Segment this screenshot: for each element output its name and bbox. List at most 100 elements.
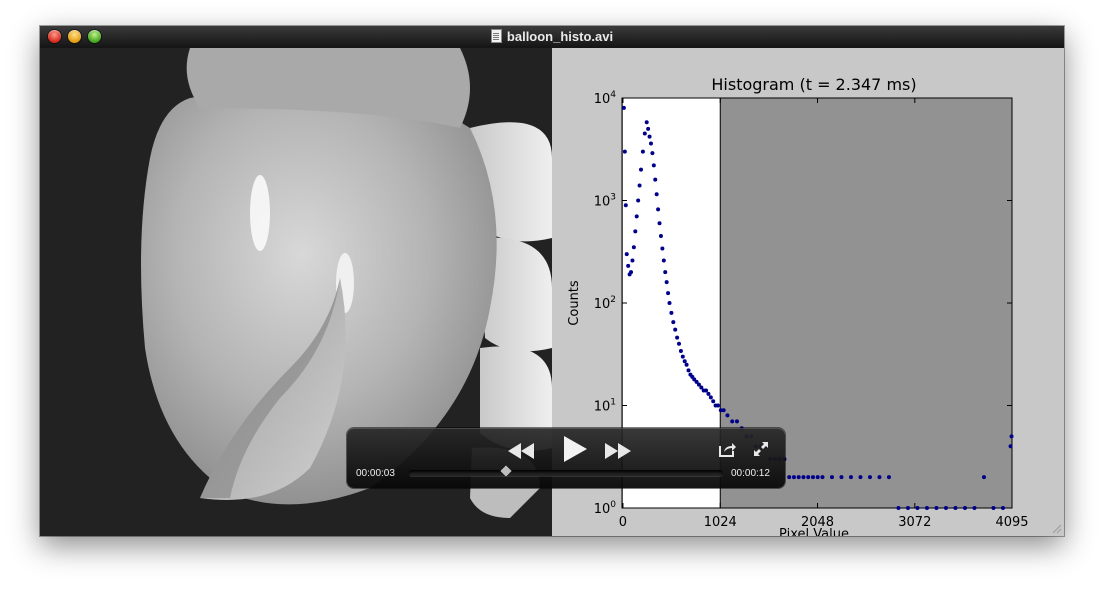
rewind-icon xyxy=(508,443,534,459)
data-point xyxy=(1000,506,1005,510)
data-point xyxy=(680,354,685,359)
scrub-bar[interactable] xyxy=(409,465,723,477)
data-point xyxy=(622,149,627,154)
data-point xyxy=(806,475,811,480)
data-point xyxy=(820,475,825,480)
play-icon xyxy=(564,436,587,462)
x-tick-label: 1024 xyxy=(704,515,737,530)
data-point xyxy=(663,270,668,275)
data-point xyxy=(867,475,872,480)
data-point xyxy=(678,349,683,354)
data-point xyxy=(848,475,853,480)
data-point xyxy=(640,149,645,154)
data-point xyxy=(660,246,665,251)
data-point xyxy=(704,388,709,393)
x-tick-label: 2048 xyxy=(801,515,834,530)
data-point xyxy=(656,207,661,212)
data-point xyxy=(644,120,649,125)
data-point xyxy=(631,245,636,250)
data-point xyxy=(654,192,659,197)
y-axis-label: Counts xyxy=(567,280,582,326)
document-icon xyxy=(490,29,502,43)
data-point xyxy=(810,475,815,480)
data-point xyxy=(796,475,801,480)
player-window: balloon_histo.avi Histogram (t = 2.347 m… xyxy=(40,26,1064,536)
data-point xyxy=(684,362,689,367)
data-point xyxy=(648,141,653,146)
data-point xyxy=(962,506,967,510)
y-tick-label: 104 xyxy=(594,90,617,107)
share-icon xyxy=(719,443,736,457)
data-point xyxy=(630,258,635,263)
share-button[interactable] xyxy=(719,441,737,457)
y-tick-label: 101 xyxy=(594,398,616,415)
data-point xyxy=(634,214,639,219)
data-point xyxy=(650,151,655,156)
data-point xyxy=(677,341,682,346)
data-point xyxy=(633,229,638,234)
data-point xyxy=(623,203,628,208)
data-point xyxy=(721,408,726,413)
data-point xyxy=(667,301,672,305)
data-point xyxy=(943,506,948,510)
title-bar[interactable]: balloon_histo.avi xyxy=(40,26,1064,49)
data-point xyxy=(734,419,739,424)
data-point xyxy=(791,475,796,480)
fast-forward-icon xyxy=(605,443,631,459)
data-point xyxy=(661,258,666,263)
data-point xyxy=(877,475,882,480)
current-time: 00:00:03 xyxy=(356,468,395,479)
data-point xyxy=(646,126,651,131)
fast-forward-button[interactable] xyxy=(604,442,632,460)
data-point xyxy=(953,506,958,510)
data-point xyxy=(653,177,658,182)
data-point xyxy=(686,368,691,373)
data-point xyxy=(675,335,680,340)
data-point xyxy=(651,163,656,168)
y-tick-label: 102 xyxy=(594,295,616,312)
data-point xyxy=(905,506,910,510)
data-point xyxy=(673,327,678,332)
data-point xyxy=(647,134,652,139)
playback-controls: 00:00:03 00:00:12 xyxy=(347,428,785,488)
x-tick-label: 4095 xyxy=(995,515,1028,530)
data-point xyxy=(725,413,730,418)
data-point xyxy=(666,291,671,296)
data-point xyxy=(915,506,920,510)
data-point xyxy=(1008,444,1013,449)
data-point xyxy=(858,475,863,480)
data-point xyxy=(626,263,631,268)
data-point xyxy=(981,475,986,480)
data-point xyxy=(711,399,716,404)
data-point xyxy=(706,391,711,396)
data-point xyxy=(839,475,844,480)
y-tick-label: 103 xyxy=(594,193,616,210)
data-point xyxy=(787,475,792,480)
data-point xyxy=(669,310,674,315)
data-point xyxy=(671,320,676,325)
data-point xyxy=(1009,434,1014,439)
data-point xyxy=(629,270,634,275)
play-button[interactable] xyxy=(562,435,588,463)
fullscreen-button[interactable] xyxy=(753,441,769,457)
x-tick-label: 3072 xyxy=(898,515,931,530)
fullscreen-icon xyxy=(754,442,768,456)
data-point xyxy=(639,167,644,172)
window-title: balloon_histo.avi xyxy=(506,29,614,44)
data-point xyxy=(801,475,806,480)
data-point xyxy=(621,105,626,110)
scrub-thumb[interactable] xyxy=(500,465,512,477)
data-point xyxy=(815,475,820,480)
chart-title: Histogram (t = 2.347 ms) xyxy=(711,75,916,94)
data-point xyxy=(682,359,687,364)
data-point xyxy=(657,221,662,226)
data-point xyxy=(730,419,735,424)
resize-grip-icon[interactable] xyxy=(1052,524,1062,534)
data-point xyxy=(896,506,901,510)
rewind-button[interactable] xyxy=(507,442,535,460)
data-point xyxy=(934,506,939,510)
data-point xyxy=(664,280,669,285)
data-point xyxy=(642,131,647,136)
duration-time: 00:00:12 xyxy=(731,468,770,479)
data-point xyxy=(991,506,996,510)
